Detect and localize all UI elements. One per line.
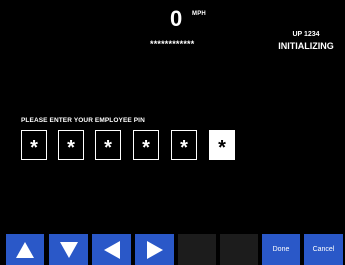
triangle-left-icon <box>103 240 120 259</box>
unit-id: UP 1234 <box>292 31 320 38</box>
done-label: Done <box>272 246 290 253</box>
cancel-button[interactable]: Cancel <box>304 234 343 265</box>
blank-button-2 <box>220 234 258 265</box>
triangle-down-icon <box>59 241 78 258</box>
left-button[interactable] <box>92 234 131 265</box>
pin-digit-5[interactable]: * <box>171 130 197 160</box>
pin-digit-2[interactable]: * <box>58 130 84 160</box>
pin-digit-6[interactable]: * <box>209 130 235 160</box>
pin-digit-3[interactable]: * <box>95 130 121 160</box>
blank-button-1 <box>178 234 216 265</box>
speed-mask: ************ <box>150 39 195 49</box>
triangle-right-icon <box>146 240 163 259</box>
done-button[interactable]: Done <box>262 234 300 265</box>
right-button[interactable] <box>135 234 174 265</box>
up-button[interactable] <box>6 234 44 265</box>
pin-digit-1[interactable]: * <box>21 130 47 160</box>
toolbar: Done Cancel <box>0 234 345 265</box>
pin-prompt: PLEASE ENTER YOUR EMPLOYEE PIN <box>21 117 145 124</box>
speed-unit: MPH <box>192 11 206 17</box>
down-button[interactable] <box>49 234 88 265</box>
pin-digit-4[interactable]: * <box>133 130 159 160</box>
unit-status: INITIALIZING <box>278 41 334 51</box>
speed-display: 0 MPH ************ <box>150 6 230 49</box>
triangle-up-icon <box>16 241 34 258</box>
unit-info: UP 1234 INITIALIZING <box>271 30 341 52</box>
speed-value: 0 <box>170 6 183 31</box>
cancel-label: Cancel <box>312 246 335 253</box>
